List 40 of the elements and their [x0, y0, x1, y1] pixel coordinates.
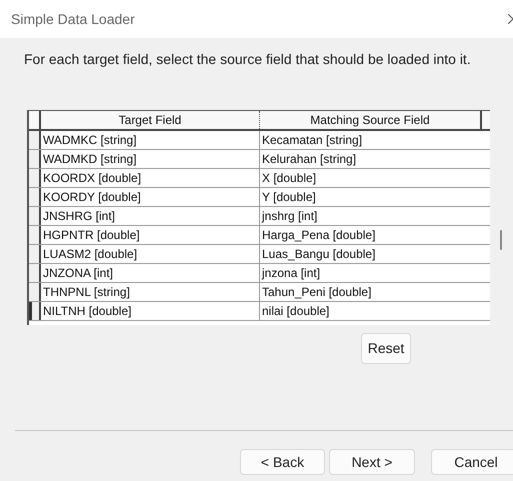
column-header[interactable]: Target Field	[41, 111, 260, 129]
row-header[interactable]	[29, 131, 41, 149]
table-cell[interactable]: jnshrg [int]	[260, 207, 482, 225]
row-header[interactable]	[29, 302, 41, 320]
table-cell[interactable]: jnzona [int]	[260, 264, 482, 282]
row-header[interactable]	[29, 226, 41, 244]
row-header[interactable]	[29, 264, 41, 282]
table-cell: NILTNH [double]	[41, 302, 260, 320]
table-cell[interactable]: Harga_Pena [double]	[260, 226, 482, 244]
row-header[interactable]	[29, 207, 41, 225]
table-cell: LUASM2 [double]	[41, 245, 260, 263]
table-cell[interactable]: Luas_Bangu [double]	[260, 245, 482, 263]
table-cell: HGPNTR [double]	[41, 226, 260, 244]
back-button[interactable]: < Back	[240, 449, 325, 475]
row-header[interactable]	[29, 245, 41, 263]
table-cell[interactable]: X [double]	[260, 169, 482, 187]
table-cell[interactable]: Y [double]	[260, 188, 482, 206]
scrollbar-thumb[interactable]	[500, 230, 502, 250]
table-cell[interactable]: Tahun_Peni [double]	[260, 283, 482, 301]
instruction-text: For each target field, select the source field that should be loaded into it.	[24, 50, 472, 69]
table-cell[interactable]: Kelurahan [string]	[260, 150, 482, 168]
close-icon[interactable]	[508, 14, 513, 24]
row-header[interactable]	[29, 169, 41, 187]
table-cell: WADMKC [string]	[41, 131, 260, 149]
column-header[interactable]: Matching Source Field	[260, 111, 482, 129]
table-cell: KOORDX [double]	[41, 169, 260, 187]
table-cell: THNPNL [string]	[41, 283, 260, 301]
table-cell[interactable]: nilai [double]	[260, 302, 482, 320]
table-cell: KOORDY [double]	[41, 188, 260, 206]
table-cell: WADMKD [string]	[41, 150, 260, 168]
row-header[interactable]	[29, 188, 41, 206]
reset-button[interactable]: Reset	[361, 333, 411, 364]
table-cell[interactable]: Kecamatan [string]	[260, 131, 482, 149]
table-cell: JNSHRG [int]	[41, 207, 260, 225]
next-button[interactable]: Next >	[329, 449, 415, 475]
row-header[interactable]	[29, 150, 41, 168]
table-cell: JNZONA [int]	[41, 264, 260, 282]
row-header[interactable]	[29, 283, 41, 301]
cancel-button[interactable]: Cancel	[431, 449, 513, 475]
window-title: Simple Data Loader	[11, 10, 135, 29]
